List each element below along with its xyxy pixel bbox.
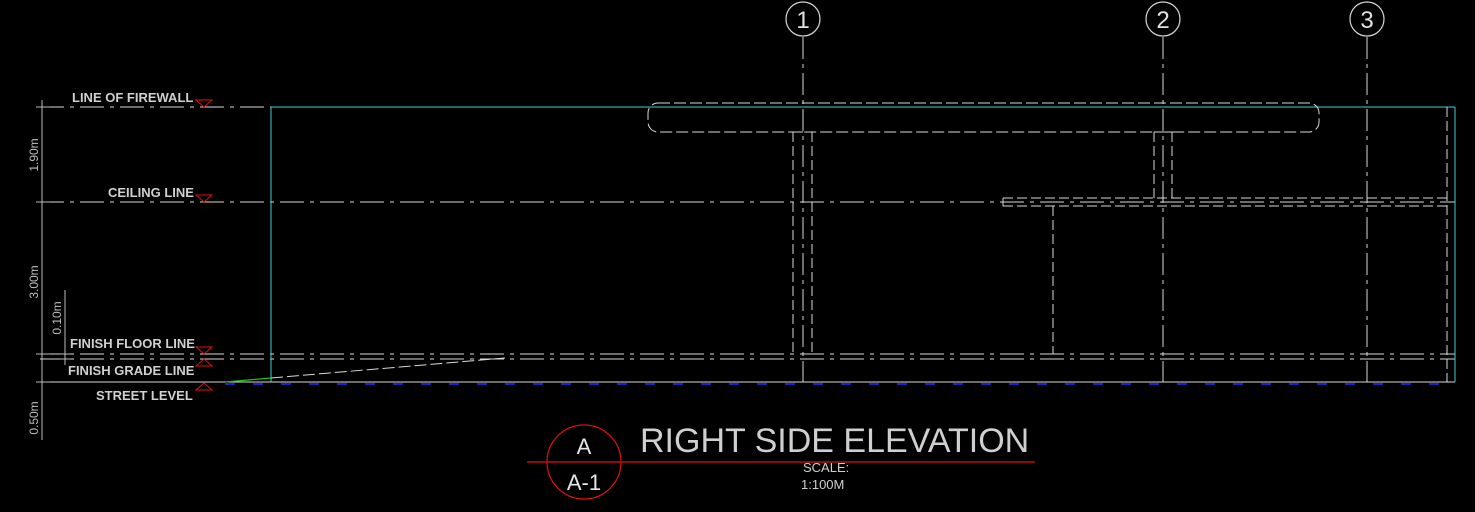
grade-slope-green	[224, 377, 272, 383]
grid-bubbles	[785, 1, 1385, 37]
dim-label-2: 3.00m	[27, 265, 41, 298]
level-label-ceiling: CEILING LINE	[108, 185, 194, 200]
dim-label-4: 0.50m	[27, 401, 41, 434]
scale-label: SCALE:	[803, 460, 849, 475]
level-lines	[40, 106, 1455, 383]
columns	[792, 131, 1173, 354]
level-marker-icon	[194, 358, 214, 367]
dim-label-1: 1.90m	[27, 138, 41, 171]
level-label-firewall: LINE OF FIREWALL	[72, 90, 193, 105]
scale-value: 1:100M	[801, 477, 844, 492]
level-marker-icon	[194, 382, 214, 391]
grid-label-3: 3	[1360, 7, 1373, 34]
title-bubble-top: A	[577, 434, 592, 459]
beam	[1002, 197, 1447, 354]
grid-label-2: 2	[1156, 7, 1169, 34]
level-marker-icons	[194, 99, 214, 391]
level-label-grade: FINISH GRADE LINE	[68, 363, 195, 378]
title-bubble-bottom: A-1	[567, 470, 601, 495]
level-marker-icon	[194, 346, 214, 355]
grade-slope	[270, 357, 506, 379]
level-marker-icon	[194, 99, 214, 108]
grid-label-1: 1	[796, 7, 809, 34]
level-label-floor: FINISH FLOOR LINE	[70, 336, 195, 351]
level-label-street: STREET LEVEL	[96, 388, 193, 403]
building-outline	[270, 106, 1456, 382]
dimension-chain	[36, 100, 70, 440]
elevation-drawing: 1.90m 3.00m 0.10m 0.50m LINE OF FIREWALL…	[27, 1, 1456, 500]
level-marker-icon	[194, 194, 214, 203]
grid-lines	[802, 37, 1368, 382]
drawing-title: RIGHT SIDE ELEVATION	[640, 422, 1029, 460]
dim-label-3: 0.10m	[50, 301, 64, 334]
